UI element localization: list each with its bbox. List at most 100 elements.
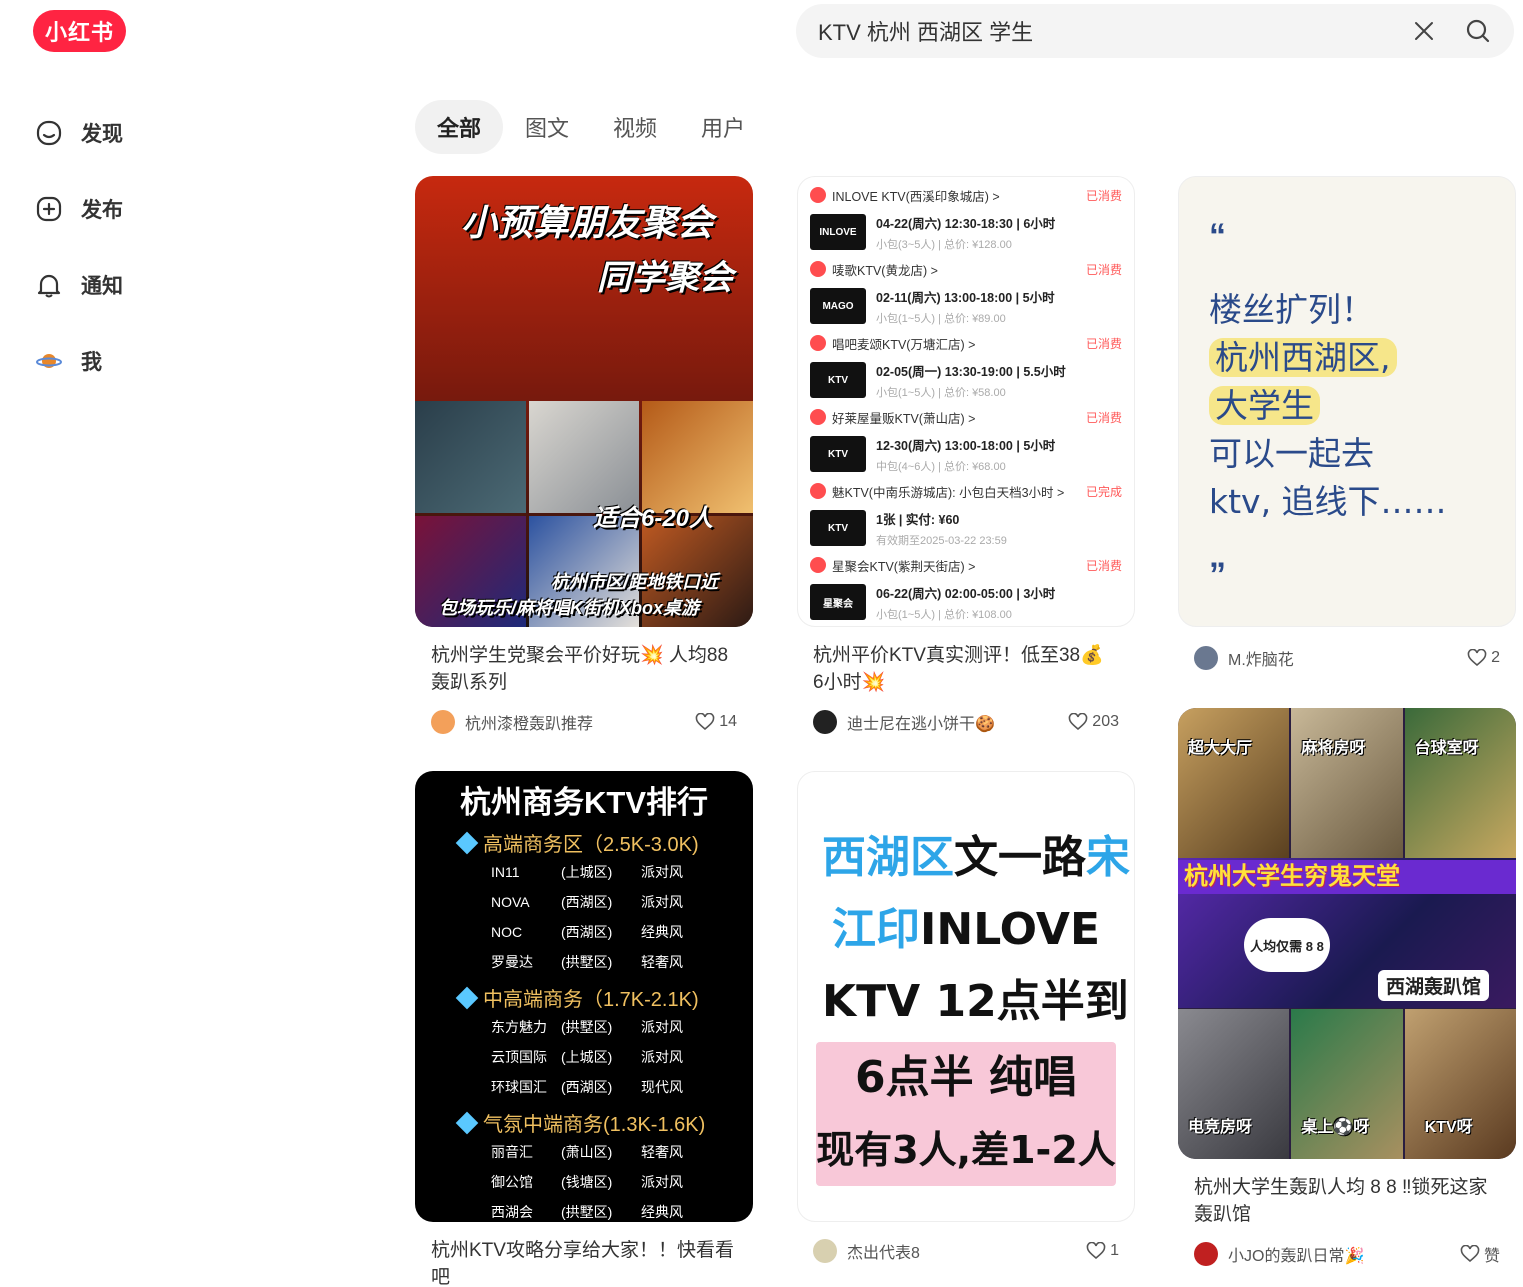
sidebar-item-publish[interactable]: 发布 <box>33 184 233 234</box>
order-status: 已完成 <box>1085 484 1122 499</box>
avatar[interactable] <box>431 710 455 734</box>
ranking-row: 丽音汇 (萧山区) 轻奢风 <box>429 1137 739 1167</box>
like-button[interactable]: 赞 <box>1460 1242 1500 1266</box>
section-title: 中高端商务（1.7K-2.1K) <box>483 989 699 1011</box>
author-name[interactable]: M.炸脑花 <box>1228 646 1467 670</box>
order-time: 02-05(周一) 13:30-19:00 | 5.5小时 <box>876 364 1066 379</box>
note-cover[interactable]: 小预算朋友聚会 同学聚会 适合6-20人 杭州市区/距地铁口近 包场玩乐/麻将唱… <box>415 176 753 627</box>
store-icon <box>810 261 826 277</box>
like-count: 14 <box>719 713 737 730</box>
order-row: KTV 1张 | 实付: ¥60 有效期至2025-03-22 23:59 <box>810 503 1122 553</box>
cover-text: 杭州市区/距地铁口近 <box>551 572 719 592</box>
avatar[interactable] <box>1194 646 1218 670</box>
cover-tag: 桌上⚽呀 <box>1301 1119 1370 1136</box>
search-input[interactable] <box>818 18 1390 44</box>
author-name[interactable]: 小JO的轰趴日常🎉 <box>1228 1242 1460 1266</box>
sidebar-item-discover[interactable]: 发现 <box>33 108 233 158</box>
like-button[interactable]: 203 <box>1068 713 1119 731</box>
note-card[interactable]: 杭州商务KTV排行 高端商务区（2.5K-3.0K) IN11 (上城区) 派对风 NO… <box>415 771 753 1287</box>
like-button[interactable]: 1 <box>1086 1242 1119 1260</box>
sidebar: 发现 发布 通知 我 <box>33 108 233 412</box>
xiaohongshu-logo[interactable]: 小红书 <box>33 10 126 52</box>
ranking-section: 高端商务区（2.5K-3.0K) <box>429 828 739 857</box>
sidebar-item-notifications[interactable]: 通知 <box>33 260 233 310</box>
quote-close-icon: ” <box>1209 556 1226 594</box>
note-cover[interactable]: 超大大厅 麻将房呀 台球室呀 杭州大学生穷鬼天堂 人均仅需 8 8 西湖轰趴馆 … <box>1178 708 1516 1159</box>
note-card[interactable]: 超大大厅 麻将房呀 台球室呀 杭州大学生穷鬼天堂 人均仅需 8 8 西湖轰趴馆 … <box>1178 708 1516 1267</box>
ranking-row: 环球国汇 (西湖区) 现代风 <box>429 1072 739 1102</box>
store-name: 唱吧麦颂KTV(万塘汇店) > <box>832 337 976 352</box>
sidebar-item-label: 发布 <box>81 199 123 222</box>
avatar[interactable] <box>1194 1242 1218 1266</box>
order-status: 已消费 <box>1085 558 1122 573</box>
sidebar-item-label: 我 <box>81 351 102 374</box>
author-name[interactable]: 杭州漆橙轰趴推荐 <box>465 710 695 734</box>
venue-name: 御公馆 <box>491 1174 533 1190</box>
cover-text: 可以一起去 <box>1209 434 1374 473</box>
store-icon <box>810 409 826 425</box>
note-card[interactable]: 西湖区文一路宋 江印INLOVE KTV 12点半到 6点半 纯唱 现有3人,差… <box>797 771 1135 1264</box>
note-cover[interactable]: “ 楼丝扩列！ 杭州西湖区, 大学生 可以一起去 ktv, 追线下…… ” <box>1178 176 1516 627</box>
like-button[interactable]: 14 <box>695 713 737 731</box>
sidebar-item-me[interactable]: 我 <box>33 336 233 386</box>
note-card[interactable]: INLOVE KTV(西溪印象城店) > 已消费 INLOVE 04-22(周六) 1… <box>797 176 1135 735</box>
venue-style: 派对风 <box>641 1019 683 1035</box>
avatar[interactable] <box>813 710 837 734</box>
venue-district: (拱墅区) <box>561 1019 613 1035</box>
store-thumbnail: 星聚会 <box>810 584 866 620</box>
avatar[interactable] <box>813 1239 837 1263</box>
clear-icon[interactable] <box>1404 11 1444 51</box>
note-title[interactable]: 杭州学生党聚会平价好玩💥 人均88轰趴系列 <box>415 642 753 696</box>
sidebar-item-label: 通知 <box>81 275 123 298</box>
venue-style: 经典风 <box>641 924 683 940</box>
tab-image-text[interactable]: 图文 <box>503 100 591 154</box>
cover-text: 小预算朋友聚会 <box>461 202 714 243</box>
like-button[interactable]: 2 <box>1467 649 1500 667</box>
note-title[interactable]: 杭州KTV攻略分享给大家！！快看看吧 <box>415 1237 753 1287</box>
store-name: 好莱屋量贩KTV(萧山店) > <box>832 411 976 426</box>
cover-tag: 电竞房呀 <box>1188 1119 1253 1136</box>
note-cover[interactable]: INLOVE KTV(西溪印象城店) > 已消费 INLOVE 04-22(周六) 1… <box>797 176 1135 627</box>
order-row: MAGO 02-11(周六) 13:00-18:00 | 5小时 小包(1~5人) … <box>810 281 1122 331</box>
store-thumbnail: KTV <box>810 436 866 472</box>
cover-text: KTV 12点半到 <box>822 976 1129 1027</box>
order-store-row: 唛歌KTV(黄龙店) > 已消费 <box>810 257 1122 281</box>
order-status: 已消费 <box>1085 188 1122 203</box>
venue-district: (钱塘区) <box>561 1174 613 1190</box>
note-cover[interactable]: 西湖区文一路宋 江印INLOVE KTV 12点半到 6点半 纯唱 现有3人,差… <box>797 771 1135 1222</box>
tab-all[interactable]: 全部 <box>415 100 504 154</box>
order-time: 02-11(周六) 13:00-18:00 | 5小时 <box>876 290 1055 305</box>
note-card[interactable]: 小预算朋友聚会 同学聚会 适合6-20人 杭州市区/距地铁口近 包场玩乐/麻将唱… <box>415 176 753 735</box>
author-name[interactable]: 迪士尼在逃小饼干🍪 <box>847 710 1068 734</box>
venue-name: 云顶国际 <box>491 1049 547 1065</box>
tab-video[interactable]: 视频 <box>591 100 679 154</box>
ranking-row: IN11 (上城区) 派对风 <box>429 857 739 887</box>
venue-district: (拱墅区) <box>561 1204 613 1220</box>
cover-text: 6点半 纯唱 <box>855 1052 1077 1103</box>
venue-district: (萧山区) <box>561 1144 613 1160</box>
note-title[interactable]: 杭州大学生轰趴人均 8 8 ‼锁死这家轰趴馆 <box>1178 1174 1516 1228</box>
note-card[interactable]: “ 楼丝扩列！ 杭州西湖区, 大学生 可以一起去 ktv, 追线下…… ” M.… <box>1178 176 1516 671</box>
note-cover[interactable]: 杭州商务KTV排行 高端商务区（2.5K-3.0K) IN11 (上城区) 派对风 NO… <box>415 771 753 1222</box>
store-thumbnail: MAGO <box>810 288 866 324</box>
cover-text: 包场玩乐/麻将唱K街机Xbox桌游 <box>439 598 700 618</box>
search-bar <box>796 4 1514 58</box>
venue-name: IN11 <box>491 864 520 880</box>
note-title[interactable]: 杭州平价KTV真实测评！低至38💰 6小时💥 <box>797 642 1135 696</box>
store-icon <box>810 335 826 351</box>
order-detail: 小包(3~5人) | 总价: ¥128.00 <box>876 238 1012 251</box>
search-icon[interactable] <box>1458 11 1498 51</box>
cover-text: 楼丝扩列！ <box>1209 290 1374 329</box>
ranking-row: 罗曼达 (拱墅区) 轻奢风 <box>429 947 739 977</box>
tab-users[interactable]: 用户 <box>679 100 767 154</box>
store-name: 星聚会KTV(紫荆天街店) > <box>832 559 976 574</box>
ranking-row: NOC (西湖区) 经典风 <box>429 917 739 947</box>
like-count: 2 <box>1491 649 1500 666</box>
diamond-icon <box>455 831 479 854</box>
venue-name: 罗曼达 <box>491 954 533 970</box>
venue-style: 轻奢风 <box>641 1144 683 1160</box>
store-icon <box>810 557 826 573</box>
cover-text: 文一路 <box>954 832 1086 883</box>
cover-banner: 杭州大学生穷鬼天堂 <box>1178 860 1516 894</box>
author-name[interactable]: 杰出代表8 <box>847 1239 1086 1263</box>
